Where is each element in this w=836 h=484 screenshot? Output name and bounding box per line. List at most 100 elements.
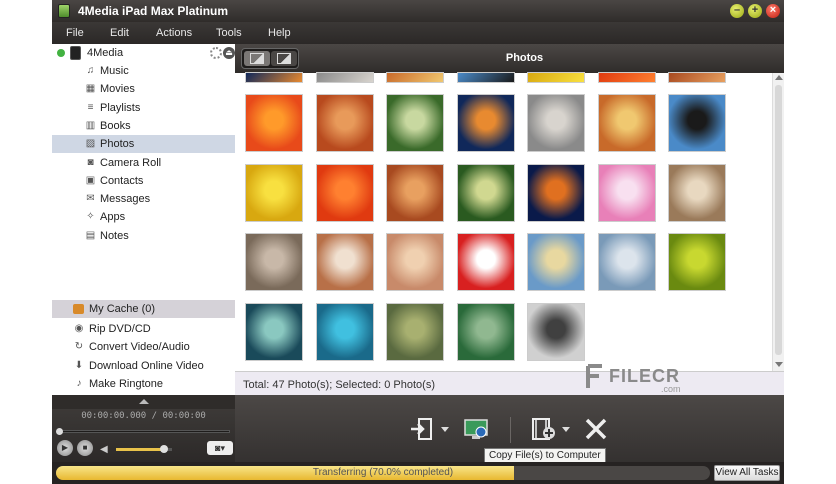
photo-thumbnail-partial[interactable] [245, 72, 303, 83]
import-to-device-button[interactable] [409, 417, 435, 441]
menu-tools[interactable]: Tools [216, 27, 242, 39]
view-all-tasks-button[interactable]: View All Tasks [714, 465, 780, 481]
contacts-icon: ▣ [85, 174, 96, 186]
tooltip-copy-to-computer: Copy File(s) to Computer [484, 448, 606, 463]
sidebar-item-messages[interactable]: ✉ Messages [52, 190, 235, 208]
device-row[interactable]: 4Media ⏏ [52, 44, 235, 62]
photo-thumbnail[interactable] [527, 233, 585, 291]
scroll-up-icon[interactable] [775, 75, 783, 80]
photo-thumbnail[interactable] [315, 302, 374, 361]
photo-thumbnail-partial[interactable] [527, 72, 585, 83]
sidebar-item-contacts[interactable]: ▣ Contacts [52, 172, 235, 190]
sidebar-item-movies[interactable]: ▦ Movies [52, 80, 235, 98]
sidebar-item-music[interactable]: ♫ Music [52, 62, 235, 80]
transfer-progress-bar: Transferring (70.0% completed) [56, 466, 710, 480]
menu-file[interactable]: File [66, 27, 84, 39]
photo-thumbnail[interactable] [386, 233, 444, 291]
minimize-button[interactable]: – [730, 4, 744, 18]
film-icon: ▦ [85, 83, 96, 95]
content-header: Photos [235, 44, 784, 73]
photo-thumbnail[interactable] [527, 163, 585, 222]
playlist-dropdown-arrow[interactable] [562, 427, 570, 432]
photo-thumbnail-partial[interactable] [456, 72, 515, 83]
photo-thumbnail[interactable] [315, 233, 374, 291]
close-button[interactable]: × [766, 4, 780, 18]
photo-thumbnail-partial[interactable] [315, 72, 374, 83]
cache-box-icon [73, 304, 84, 314]
my-cache-item[interactable]: My Cache (0) [52, 300, 235, 318]
photo-thumbnail-partial[interactable] [386, 72, 444, 83]
sidebar-item-camera-roll[interactable]: ◙ Camera Roll [52, 154, 235, 172]
title-bar: 4Media iPad Max Platinum – + × [52, 0, 784, 22]
book-icon: ▥ [85, 119, 96, 131]
sidebar-item-playlists[interactable]: ≡ Playlists [52, 99, 235, 117]
photo-thumbnail[interactable] [456, 163, 515, 222]
photo-thumbnail[interactable] [315, 163, 374, 222]
apps-icon: ✧ [86, 211, 95, 223]
vertical-scrollbar[interactable] [772, 73, 784, 371]
menu-help[interactable]: Help [268, 27, 291, 39]
stop-button[interactable]: ■ [77, 440, 93, 456]
snapshot-camera-button[interactable]: ◙▾ [207, 441, 233, 455]
sidebar-item-label: Movies [100, 83, 135, 96]
photo-thumbnail[interactable] [456, 94, 515, 152]
photo-thumbnail-partial[interactable] [668, 72, 726, 83]
sidebar-item-photos[interactable]: ▨ Photos [52, 135, 235, 154]
scrollbar-thumb[interactable] [775, 85, 782, 355]
photo-thumbnail[interactable] [668, 94, 726, 152]
photo-thumbnail[interactable] [245, 163, 303, 222]
photo-thumbnail[interactable] [386, 163, 444, 222]
sidebar-item-label: Books [100, 119, 131, 132]
sidebar-item-label: Contacts [100, 174, 144, 187]
convert-icon: ↻ [74, 341, 84, 353]
tool-convert-video-audio[interactable]: ↻ Convert Video/Audio [52, 338, 235, 356]
playback-time: 00:00:00.000 / 00:00:00 [81, 411, 206, 421]
photo-thumbnail[interactable] [245, 302, 303, 361]
photo-thumbnail[interactable] [386, 302, 444, 361]
seek-knob[interactable] [56, 428, 63, 435]
photo-thumbnail-partial[interactable] [597, 72, 656, 83]
photo-thumbnail[interactable] [456, 302, 515, 361]
collapse-bar[interactable] [52, 395, 235, 409]
photo-thumbnail[interactable] [245, 233, 303, 291]
filecr-logo-icon [586, 364, 602, 388]
app-window: 4Media iPad Max Platinum – + × File Edit… [52, 0, 784, 484]
import-dropdown-arrow[interactable] [441, 427, 449, 432]
sidebar-item-apps[interactable]: ✧ Apps [52, 208, 235, 226]
play-button[interactable]: ▶ [57, 440, 73, 456]
disc-icon: ◉ [74, 323, 84, 334]
copy-to-computer-button[interactable] [463, 417, 489, 441]
photo-thumbnail[interactable] [668, 233, 726, 291]
tool-download-online-video[interactable]: ⬇ Download Online Video [52, 357, 235, 375]
tool-rip-dvd-cd[interactable]: ◉ Rip DVD/CD [52, 320, 235, 338]
menu-edit[interactable]: Edit [110, 27, 129, 39]
photo-thumbnail[interactable] [597, 94, 656, 152]
seek-slider[interactable] [58, 430, 230, 433]
photo-thumbnail[interactable] [668, 163, 726, 222]
photo-thumbnail[interactable] [245, 94, 303, 152]
music-note-icon: ♫ [86, 65, 95, 76]
maximize-button[interactable]: + [748, 4, 762, 18]
photo-thumbnail[interactable] [527, 94, 585, 152]
add-to-playlist-button[interactable] [531, 417, 557, 441]
photo-thumbnail[interactable] [597, 163, 656, 222]
scroll-down-icon[interactable] [775, 362, 783, 367]
tool-make-ringtone[interactable]: ♪ Make Ringtone [52, 375, 235, 393]
menu-actions[interactable]: Actions [156, 27, 192, 39]
sidebar-item-notes[interactable]: ▤ Notes [52, 227, 235, 245]
watermark-sub: .com [661, 384, 681, 394]
playlist-icon: ≡ [87, 101, 94, 113]
photo-thumbnail[interactable] [315, 94, 374, 152]
tool-label: Convert Video/Audio [89, 341, 190, 354]
status-bar: Total: 47 Photo(s); Selected: 0 Photo(s) [235, 371, 784, 395]
photo-thumbnail[interactable] [456, 233, 515, 291]
sidebar-item-books[interactable]: ▥ Books [52, 117, 235, 135]
my-cache-label: My Cache (0) [89, 303, 156, 315]
photo-thumbnail[interactable] [597, 233, 656, 291]
sidebar: 4Media ⏏ ♫ Music ▦ Movies ≡ Playlists ▥ Books ▨ P… [52, 44, 235, 300]
photo-thumbnail[interactable] [527, 302, 585, 361]
volume-knob[interactable] [159, 445, 168, 453]
eject-icon[interactable]: ⏏ [223, 47, 235, 59]
photo-thumbnail[interactable] [386, 94, 444, 152]
delete-button[interactable] [583, 417, 609, 441]
